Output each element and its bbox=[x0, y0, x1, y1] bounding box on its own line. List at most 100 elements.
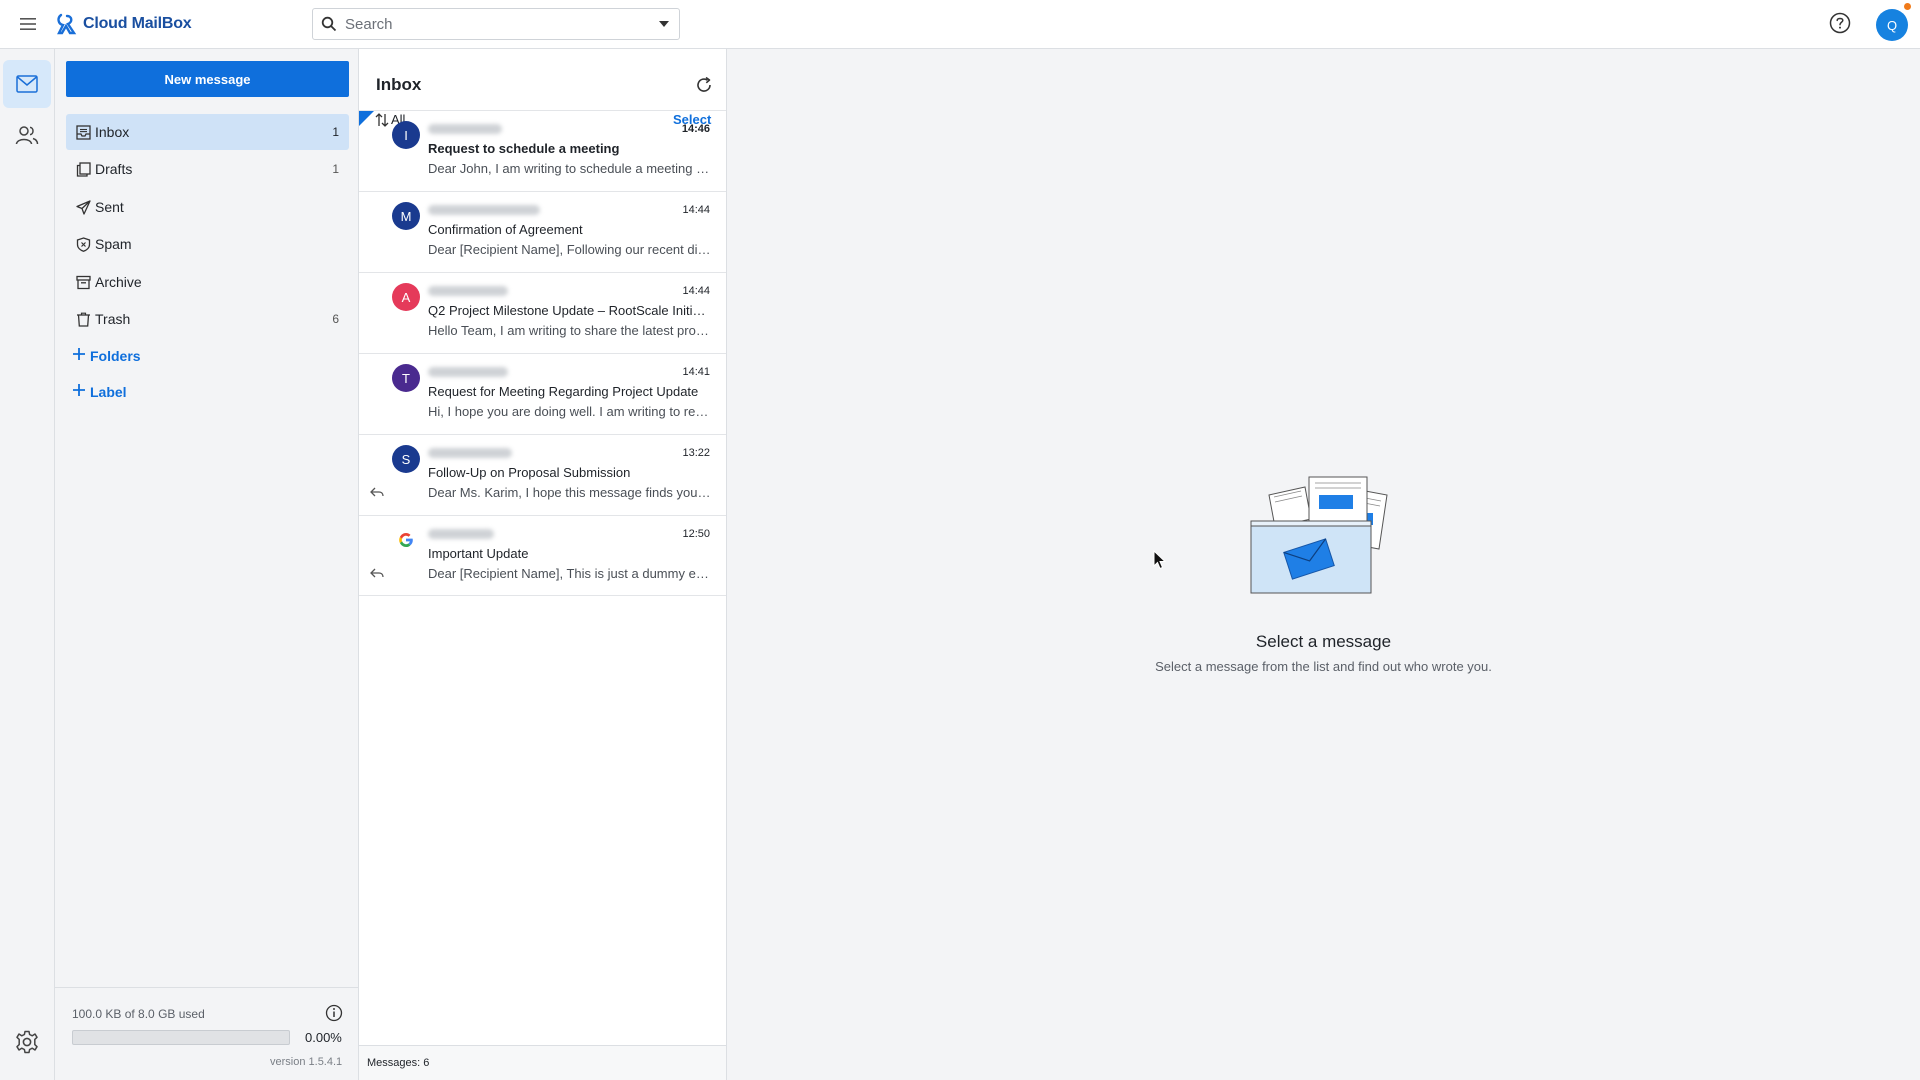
message-preview: Dear Ms. Karim, I hope this message find… bbox=[428, 485, 712, 500]
message-subject: Request for Meeting Regarding Project Up… bbox=[428, 384, 699, 399]
sender-name-redacted bbox=[428, 124, 502, 134]
add-label-label: Label bbox=[90, 383, 127, 400]
inbox-icon bbox=[75, 124, 91, 140]
message-time: 13:22 bbox=[682, 447, 710, 459]
settings-gear-icon[interactable] bbox=[14, 1029, 40, 1055]
folder-name: Drafts bbox=[95, 161, 133, 177]
contacts-icon bbox=[15, 126, 39, 145]
plus-icon bbox=[72, 347, 86, 364]
google-logo-icon bbox=[399, 533, 413, 547]
sender-avatar: A bbox=[392, 283, 420, 311]
help-icon[interactable] bbox=[1829, 12, 1851, 34]
sender-name-redacted bbox=[428, 448, 512, 458]
message-row[interactable]: 12:50 Important Update Dear [Recipient Nam… bbox=[359, 515, 726, 596]
hamburger-menu-icon[interactable] bbox=[18, 14, 38, 34]
folder-count: 6 bbox=[332, 312, 339, 326]
message-time: 14:44 bbox=[682, 285, 710, 297]
message-list-panel: Inbox All Select I 14:46 Request to schedu… bbox=[359, 49, 727, 1080]
storage-percent: 0.00% bbox=[305, 1030, 342, 1045]
folder-spam[interactable]: Spam bbox=[66, 226, 349, 262]
spam-shield-icon bbox=[75, 236, 91, 252]
sender-avatar bbox=[392, 526, 420, 554]
sender-initial: S bbox=[401, 451, 411, 467]
storage-usage-text: 100.0 KB of 8.0 GB used bbox=[72, 1007, 205, 1021]
refresh-icon[interactable] bbox=[694, 75, 714, 95]
folder-name: Sent bbox=[95, 199, 124, 215]
sender-initial: A bbox=[401, 289, 411, 305]
message-count: Messages: 6 bbox=[367, 1057, 430, 1069]
folder-name: Archive bbox=[95, 274, 142, 290]
sender-initial: T bbox=[402, 370, 410, 386]
folder-count: 1 bbox=[332, 125, 339, 139]
message-preview: Hi, I hope you are doing well. I am writ… bbox=[428, 404, 712, 419]
trash-icon bbox=[75, 311, 91, 327]
folder-count: 1 bbox=[332, 162, 339, 176]
reply-icon bbox=[370, 487, 384, 497]
folder-name: Inbox bbox=[95, 124, 130, 140]
empty-mailbox-illustration bbox=[1250, 476, 1388, 594]
plus-icon bbox=[72, 383, 86, 400]
app-version: version 1.5.4.1 bbox=[270, 1056, 343, 1068]
folder-name: Spam bbox=[95, 236, 132, 252]
message-preview: Dear [Recipient Name], This is just a du… bbox=[428, 566, 712, 581]
notification-dot bbox=[1904, 3, 1911, 10]
sender-name-redacted bbox=[428, 286, 508, 296]
sender-name-redacted bbox=[428, 367, 508, 377]
reply-icon bbox=[370, 568, 384, 578]
drafts-icon bbox=[75, 161, 91, 177]
folder-inbox[interactable]: Inbox 1 bbox=[66, 114, 349, 150]
unread-indicator bbox=[359, 111, 374, 126]
message-subject: Follow-Up on Proposal Submission bbox=[428, 465, 631, 480]
mouse-cursor-icon bbox=[1153, 550, 1167, 570]
message-preview: Dear John, I am writing to schedule a me… bbox=[428, 161, 712, 176]
archive-icon bbox=[75, 274, 91, 290]
message-time: 14:46 bbox=[681, 123, 710, 135]
search-box[interactable] bbox=[312, 8, 680, 40]
folder-trash[interactable]: Trash 6 bbox=[66, 301, 349, 337]
user-avatar[interactable]: Q bbox=[1876, 9, 1908, 41]
app-logo[interactable]: Cloud MailBox bbox=[55, 10, 192, 38]
empty-state-title: Select a message bbox=[1255, 632, 1392, 651]
app-name: Cloud MailBox bbox=[83, 15, 192, 32]
folder-archive[interactable]: Archive bbox=[66, 264, 349, 300]
mail-icon bbox=[16, 75, 38, 93]
folder-name: Trash bbox=[95, 311, 131, 327]
message-row[interactable]: I 14:46 Request to schedule a meeting Dear … bbox=[359, 110, 726, 191]
rail-contacts[interactable] bbox=[3, 111, 51, 159]
message-time: 12:50 bbox=[682, 528, 710, 540]
message-subject: Confirmation of Agreement bbox=[428, 222, 583, 237]
sender-avatar: M bbox=[392, 202, 420, 230]
sender-name-redacted bbox=[428, 529, 494, 539]
list-title: Inbox bbox=[376, 75, 422, 94]
add-label-link[interactable]: Label bbox=[72, 383, 127, 400]
message-subject: Request to schedule a meeting bbox=[428, 141, 620, 156]
chevron-down-icon[interactable] bbox=[649, 9, 679, 39]
sender-avatar: I bbox=[392, 121, 420, 149]
empty-state-subtitle: Select a message from the list and find … bbox=[1155, 659, 1492, 674]
message-preview: Dear [Recipient Name], Following our rec… bbox=[428, 242, 712, 257]
reading-pane: Select a message Select a message from t… bbox=[727, 49, 1920, 1080]
sender-name-redacted bbox=[428, 205, 540, 215]
storage-progress-bar bbox=[72, 1030, 290, 1045]
message-subject: Important Update bbox=[428, 546, 529, 561]
user-avatar-initial: Q bbox=[1886, 17, 1898, 33]
info-icon[interactable] bbox=[325, 1004, 343, 1022]
rail-mail[interactable] bbox=[3, 60, 51, 108]
top-bar: Cloud MailBox Q bbox=[0, 0, 1920, 49]
message-row[interactable]: M 14:44 Confirmation of Agreement Dear [Rec… bbox=[359, 191, 726, 272]
add-folders-label: Folders bbox=[90, 347, 141, 364]
sender-initial: I bbox=[404, 127, 408, 143]
message-preview: Hello Team, I am writing to share the la… bbox=[428, 323, 712, 338]
folder-drafts[interactable]: Drafts 1 bbox=[66, 151, 349, 187]
search-icon bbox=[313, 9, 345, 39]
add-folders-link[interactable]: Folders bbox=[72, 347, 141, 364]
cloud-mailbox-logo-icon bbox=[57, 13, 77, 35]
message-row[interactable]: A 14:44 Q2 Project Milestone Update – Root… bbox=[359, 272, 726, 353]
message-row[interactable]: T 14:41 Request for Meeting Regarding Proj… bbox=[359, 353, 726, 434]
folder-sent[interactable]: Sent bbox=[66, 189, 349, 225]
search-input[interactable] bbox=[345, 15, 649, 33]
folder-sidebar: New message Inbox 1 Drafts 1 Sent Spam A… bbox=[55, 49, 359, 1080]
message-row[interactable]: S 13:22 Follow-Up on Proposal Submission De… bbox=[359, 434, 726, 515]
storage-panel: 100.0 KB of 8.0 GB used 0.00% version 1.… bbox=[55, 987, 359, 1080]
new-message-button[interactable]: New message bbox=[66, 61, 349, 97]
